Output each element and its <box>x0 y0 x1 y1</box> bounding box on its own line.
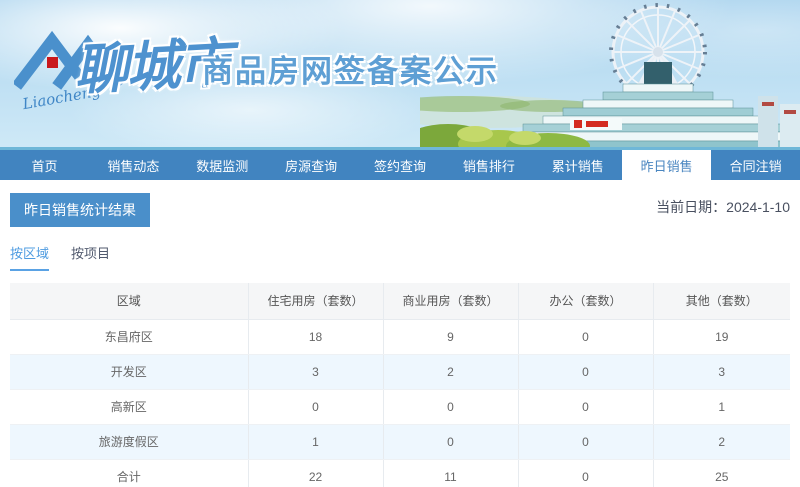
logo-red-square <box>47 57 58 68</box>
main-nav: 首页 销售动态 数据监测 房源查询 签约查询 销售排行 累计销售 昨日销售 合同注销 <box>0 150 800 180</box>
table-row: 旅游度假区 1 0 0 2 <box>10 424 790 460</box>
value-cell: 1 <box>653 389 790 425</box>
header-photo-ferris-wheel <box>420 3 800 150</box>
table-header-row: 区域 住宅用房（套数） 商业用房（套数） 办公（套数） 其他（套数） <box>10 283 790 320</box>
value-cell: 3 <box>248 354 384 390</box>
nav-item-7[interactable]: 累计销售 <box>533 150 622 180</box>
table-row: 东昌府区 18 9 0 19 <box>10 319 790 355</box>
nav-item-8[interactable]: 昨日销售 <box>622 150 712 180</box>
column-header: 其他（套数） <box>653 283 790 320</box>
column-header: 住宅用房（套数） <box>248 283 384 320</box>
value-cell: 0 <box>383 424 519 460</box>
view-tabs: 按区域 按项目 <box>10 243 790 271</box>
nav-item-5[interactable]: 签约查询 <box>356 150 445 180</box>
value-cell: 0 <box>518 389 654 425</box>
nav-item-4[interactable]: 房源查询 <box>267 150 356 180</box>
value-cell: 2 <box>383 354 519 390</box>
value-cell: 2 <box>653 424 790 460</box>
region-cell: 开发区 <box>10 354 249 390</box>
page: Liaocheng 聊城市 商品房网签备案公示 首页 销售动态 数据监测 房源查… <box>0 0 800 487</box>
value-cell: 18 <box>248 319 384 355</box>
table-row: 开发区 3 2 0 3 <box>10 354 790 390</box>
table-head: 区域 住宅用房（套数） 商业用房（套数） 办公（套数） 其他（套数） <box>10 283 790 320</box>
value-cell: 0 <box>518 424 654 460</box>
value-cell: 0 <box>383 389 519 425</box>
nav-item-2[interactable]: 销售动态 <box>89 150 178 180</box>
sales-stats-table: 区域 住宅用房（套数） 商业用房（套数） 办公（套数） 其他（套数） 东昌府区 18 9 0 1… <box>10 283 790 487</box>
value-cell: 3 <box>653 354 790 390</box>
value-cell: 11 <box>383 459 519 487</box>
nav-item-9[interactable]: 合同注销 <box>711 150 800 180</box>
table-row: 合计 22 11 0 25 <box>10 459 790 487</box>
value-cell: 22 <box>248 459 384 487</box>
value-cell: 1 <box>248 424 384 460</box>
date-label: 当前日期： <box>656 199 727 215</box>
column-header: 区域 <box>10 283 249 320</box>
date-value: 2024-1-10 <box>726 199 790 215</box>
region-cell: 高新区 <box>10 389 249 425</box>
column-header: 商业用房（套数） <box>383 283 519 320</box>
building-sign <box>570 118 622 130</box>
value-cell: 0 <box>248 389 384 425</box>
content: 昨日销售统计结果 当前日期：2024-1-10 按区域 按项目 区域 住宅用房（套数… <box>0 180 800 487</box>
region-cell: 东昌府区 <box>10 319 249 355</box>
nav-item-6[interactable]: 销售排行 <box>444 150 533 180</box>
tab-2[interactable]: 按项目 <box>71 243 110 271</box>
value-cell: 19 <box>653 319 790 355</box>
region-cell: 旅游度假区 <box>10 424 249 460</box>
tab-1[interactable]: 按区域 <box>10 243 50 271</box>
nav-item-1[interactable]: 首页 <box>0 150 89 180</box>
site-header: Liaocheng 聊城市 商品房网签备案公示 <box>0 0 800 150</box>
column-header: 办公（套数） <box>518 283 654 320</box>
nav-item-3[interactable]: 数据监测 <box>178 150 267 180</box>
section-row: 昨日销售统计结果 当前日期：2024-1-10 <box>10 193 790 227</box>
current-date: 当前日期：2024-1-10 <box>656 197 790 217</box>
value-cell: 9 <box>383 319 519 355</box>
table-body: 东昌府区 18 9 0 19 开发区 3 2 0 3 高新区 0 0 0 1 旅游度假区 1 0 0 2 合计 22 11 0… <box>10 319 790 487</box>
value-cell: 0 <box>518 319 654 355</box>
region-cell: 合计 <box>10 459 249 487</box>
value-cell: 0 <box>518 354 654 390</box>
value-cell: 25 <box>653 459 790 487</box>
value-cell: 0 <box>518 459 654 487</box>
section-title-badge: 昨日销售统计结果 <box>10 193 150 227</box>
table-row: 高新区 0 0 0 1 <box>10 389 790 425</box>
